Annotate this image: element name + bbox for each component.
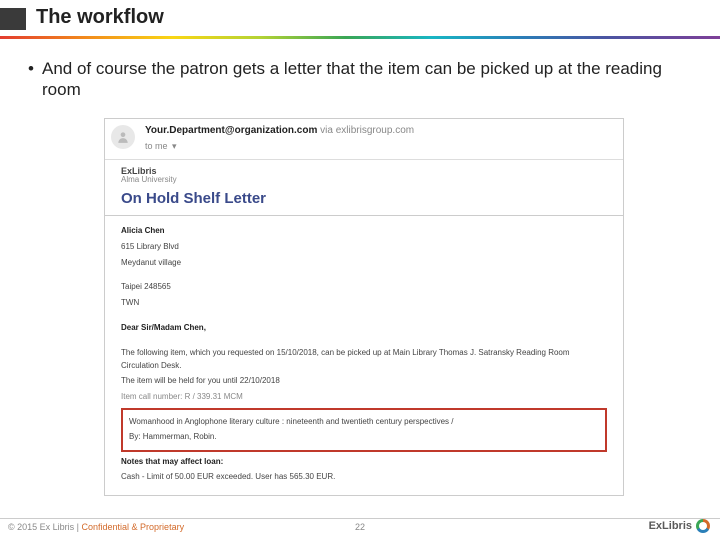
to-text: to me <box>145 141 168 151</box>
footer-divider <box>0 518 720 519</box>
greeting: Dear Sir/Madam Chen, <box>121 322 607 335</box>
title-accent-block <box>0 8 26 30</box>
rainbow-divider <box>0 36 720 39</box>
letter-para2: The item will be held for you until 22/1… <box>121 375 607 388</box>
addr-line2: Meydanut village <box>121 257 607 270</box>
email-header: Your.Department@organization.com via exl… <box>105 119 623 160</box>
letter-para3: Item call number: R / 339.31 MCM <box>121 391 607 404</box>
logo-mark-icon <box>696 519 710 533</box>
logo-text: ExLibris <box>649 520 692 532</box>
notes-heading: Notes that may affect loan: <box>121 456 607 469</box>
highlighted-item-box: Womanhood in Anglophone literary culture… <box>121 408 607 452</box>
addr-line3: Taipei 248565 <box>121 281 607 294</box>
from-via: via exlibrisgroup.com <box>320 125 414 136</box>
bullet-dot: • <box>28 58 42 101</box>
page-number: 22 <box>0 522 720 532</box>
letter-body: Alicia Chen 615 Library Blvd Meydanut vi… <box>105 216 623 493</box>
slide-title: The workflow <box>36 6 164 29</box>
avatar <box>111 125 135 149</box>
notes-line: Cash - Limit of 50.00 EUR exceeded. User… <box>121 471 607 484</box>
boxed-byline: By: Hammerman, Robin. <box>129 431 599 444</box>
chevron-down-icon: ▾ <box>172 141 177 151</box>
person-icon <box>116 130 130 144</box>
slide-footer: © 2015 Ex Libris | Confidential & Propri… <box>0 518 720 540</box>
bullet-text: And of course the patron gets a letter t… <box>42 58 692 101</box>
body-text: • And of course the patron gets a letter… <box>28 58 692 101</box>
addr-line4: TWN <box>121 297 607 310</box>
title-bar: The workflow <box>0 6 720 40</box>
email-from: Your.Department@organization.com via exl… <box>145 125 414 136</box>
email-to: to me ▾ <box>145 141 177 152</box>
addr-name: Alicia Chen <box>121 225 607 238</box>
footer-logo: ExLibris <box>649 519 710 533</box>
letter-branding: ExLibris Alma University <box>105 160 623 186</box>
addr-line1: 615 Library Blvd <box>121 241 607 254</box>
brand-subtitle: Alma University <box>121 175 607 184</box>
letter-title: On Hold Shelf Letter <box>105 186 623 216</box>
boxed-title: Womanhood in Anglophone literary culture… <box>129 416 599 429</box>
letter-para1: The following item, which you requested … <box>121 347 607 373</box>
email-screenshot: Your.Department@organization.com via exl… <box>104 118 624 496</box>
from-address: Your.Department@organization.com <box>145 125 317 136</box>
